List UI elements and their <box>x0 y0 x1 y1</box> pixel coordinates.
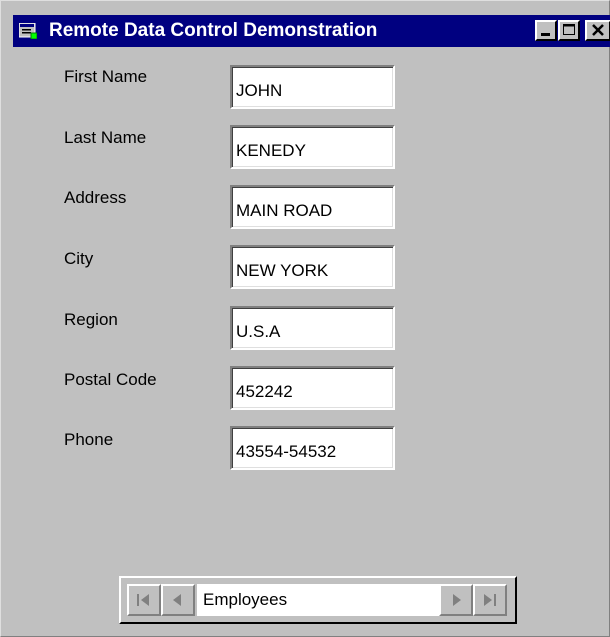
close-button[interactable] <box>585 20 610 41</box>
postal-code-label: Postal Code <box>64 370 157 389</box>
maximize-button[interactable] <box>558 20 580 41</box>
phone-label: Phone <box>64 430 114 449</box>
postal-code-field[interactable] <box>230 366 395 410</box>
address-field[interactable] <box>230 185 395 229</box>
first-record-button[interactable] <box>127 584 161 616</box>
city-label: City <box>64 249 94 268</box>
first-name-label: First Name <box>64 67 148 86</box>
last-name-label: Last Name <box>64 128 147 147</box>
app-form-icon[interactable] <box>18 22 38 40</box>
remote-data-control: Employees <box>119 576 517 624</box>
address-label: Address <box>64 188 127 207</box>
minimize-button[interactable] <box>535 20 557 41</box>
title-bar[interactable]: Remote Data Control Demonstration <box>13 15 610 47</box>
last-record-button[interactable] <box>473 584 507 616</box>
city-field[interactable] <box>230 245 395 289</box>
first-name-field[interactable] <box>230 65 395 109</box>
next-record-button[interactable] <box>439 584 473 616</box>
region-label: Region <box>64 310 118 329</box>
region-field[interactable] <box>230 306 395 350</box>
app-window: Remote Data Control Demonstration First … <box>0 0 610 637</box>
last-name-field[interactable] <box>230 125 395 169</box>
previous-record-button[interactable] <box>161 584 195 616</box>
data-control-caption: Employees <box>197 584 439 616</box>
window-title: Remote Data Control Demonstration <box>49 20 378 41</box>
phone-field[interactable] <box>230 426 395 470</box>
